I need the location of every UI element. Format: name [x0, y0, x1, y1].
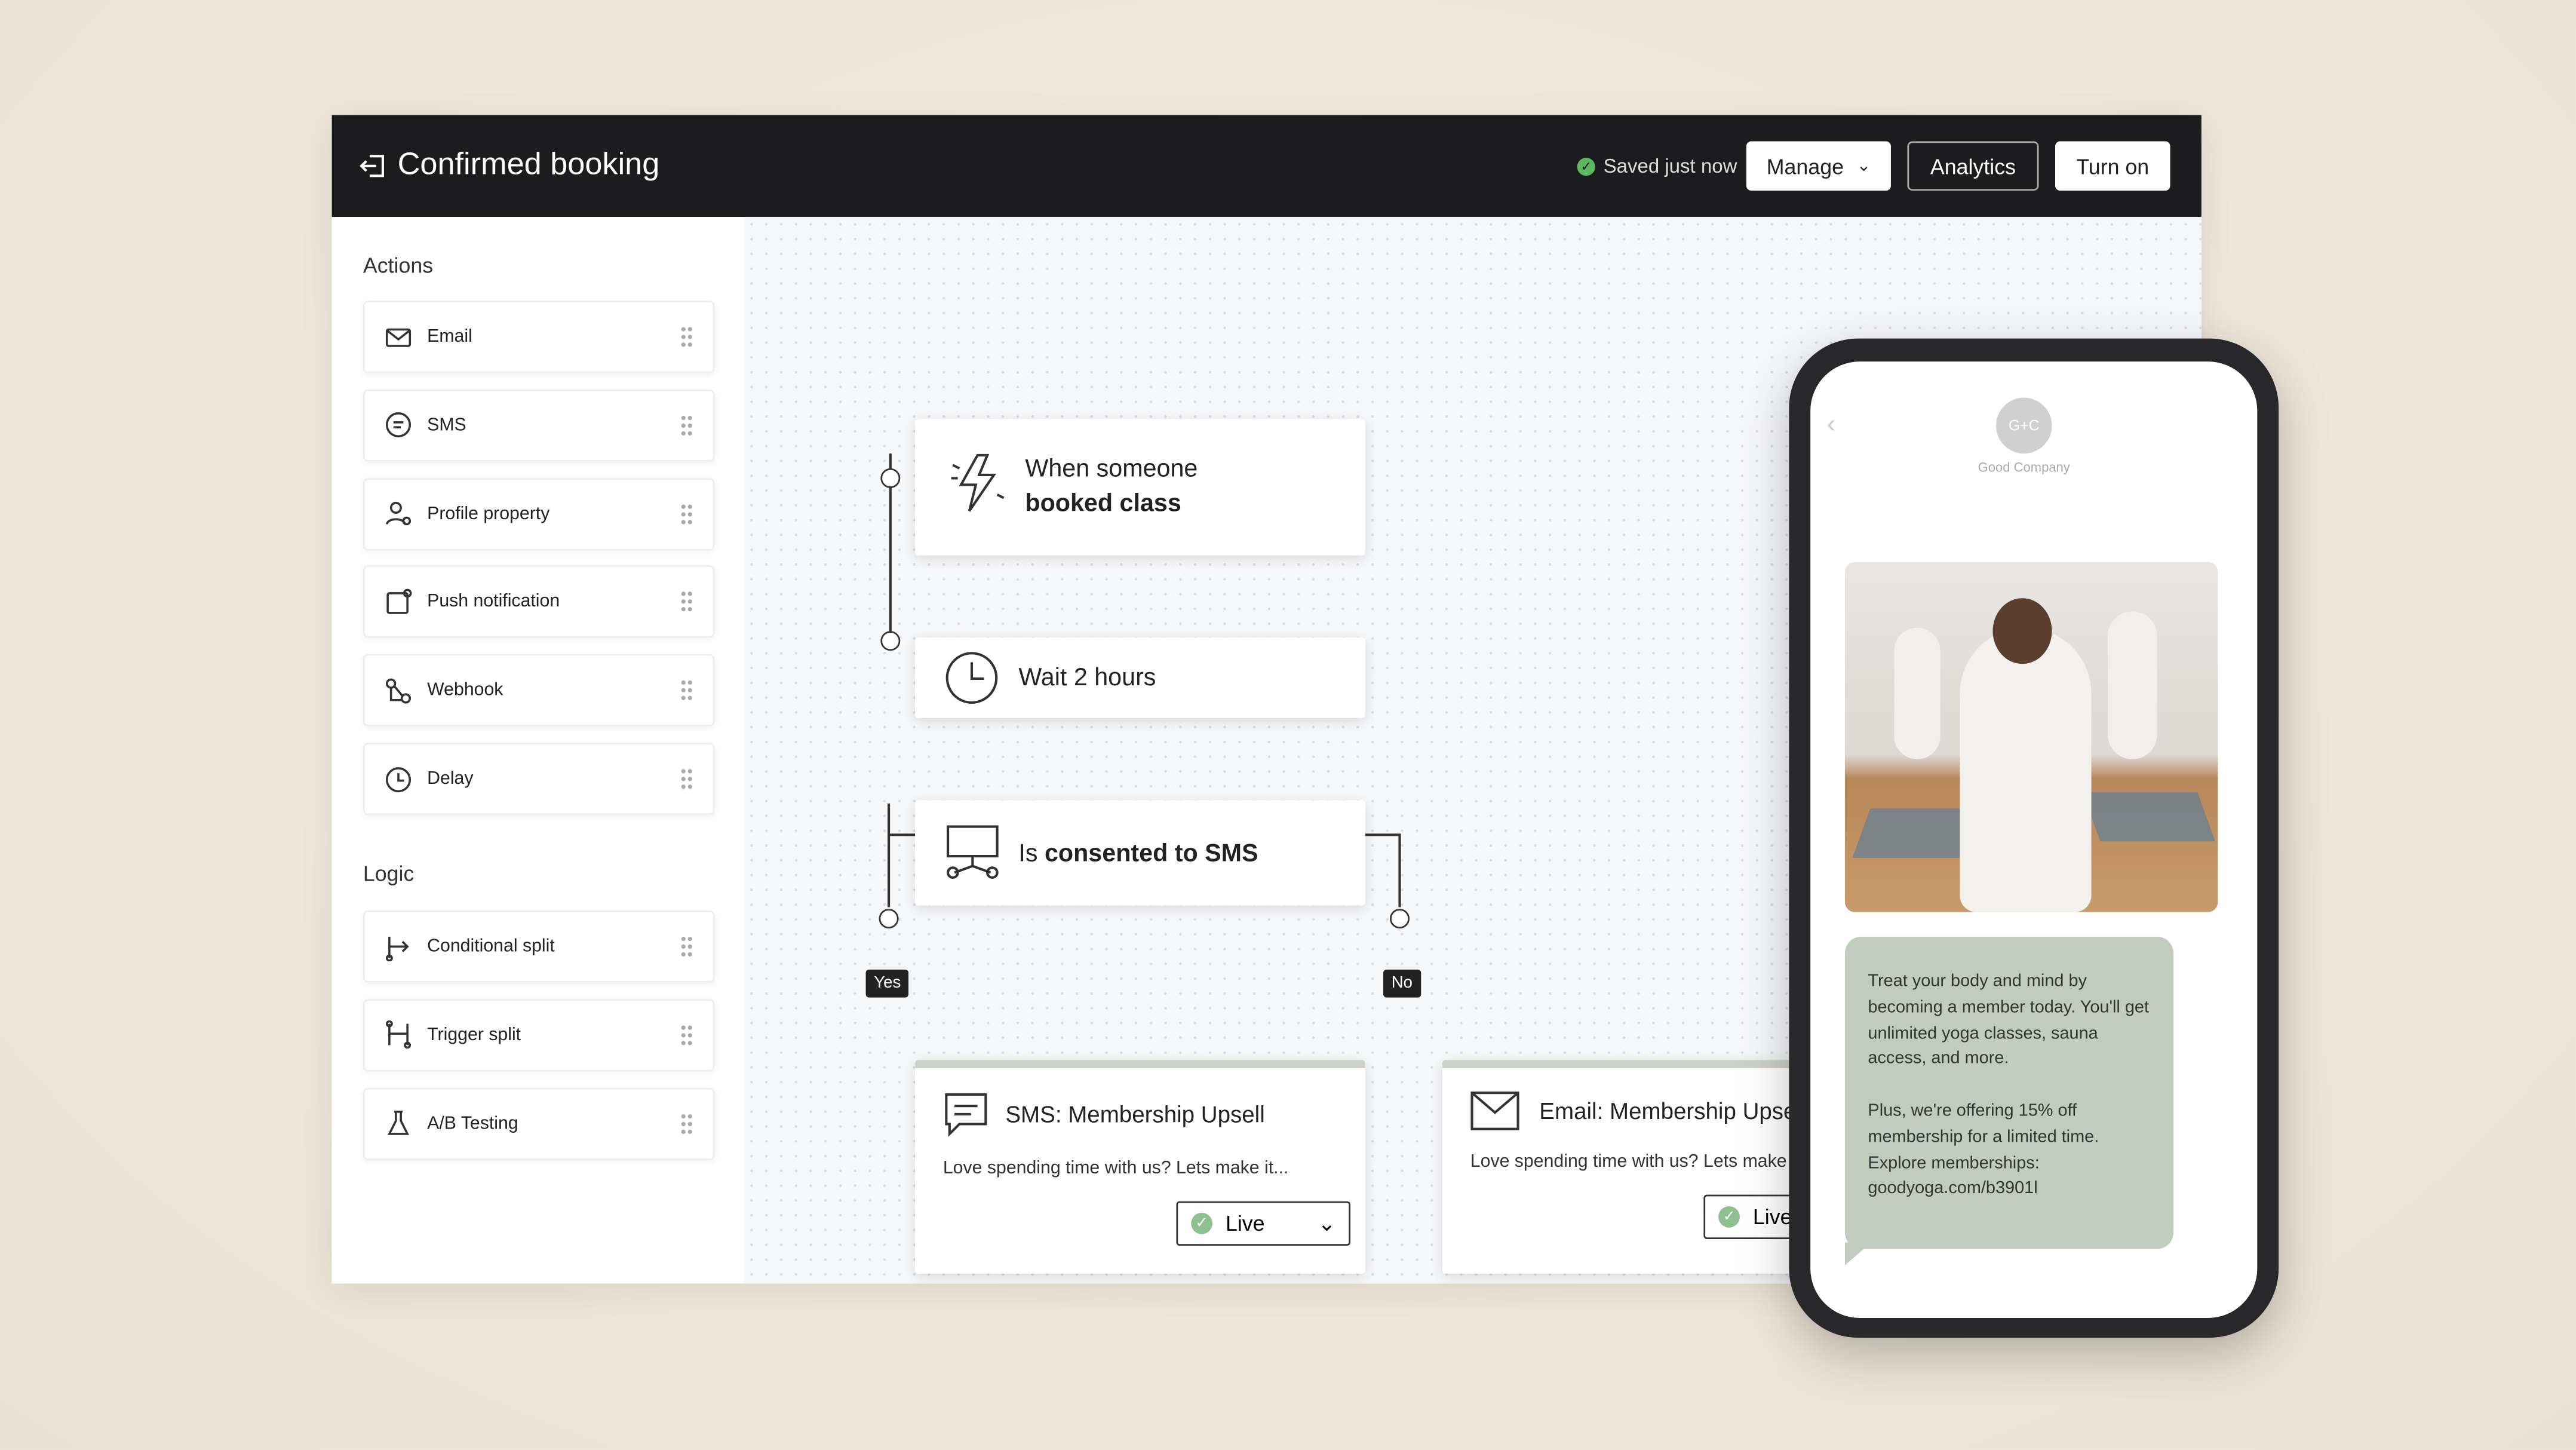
lightning-icon	[951, 453, 1005, 512]
phone-preview: ‹ G+C Good Company Treat your body and m…	[1789, 338, 2279, 1338]
connector-node[interactable]	[1390, 909, 1410, 929]
drag-handle-icon[interactable]	[680, 413, 693, 437]
sidebar-item-sms[interactable]: SMS	[363, 389, 715, 462]
sms-bubble: Treat your body and mind by becoming a m…	[1844, 936, 2174, 1249]
drag-handle-icon[interactable]	[680, 590, 693, 614]
chat-icon	[385, 411, 413, 439]
user-icon	[385, 499, 413, 528]
mail-icon	[385, 323, 413, 351]
sms-message-card[interactable]: SMS: Membership Upsell Love spending tim…	[915, 1060, 1365, 1274]
analytics-button[interactable]: Analytics	[1907, 141, 2039, 191]
trigger-node[interactable]: When someone booked class	[915, 419, 1365, 556]
clock-icon	[385, 765, 413, 793]
split-icon	[947, 825, 999, 879]
save-status: ✓ Saved just now	[1577, 155, 1737, 177]
check-icon: ✓	[1191, 1212, 1212, 1234]
turn-on-button[interactable]: Turn on	[2055, 141, 2170, 191]
phone-screen: ‹ G+C Good Company Treat your body and m…	[1810, 361, 2258, 1318]
avatar: G+C	[1995, 397, 2052, 454]
webhook-icon	[385, 676, 413, 704]
split-icon	[385, 933, 413, 961]
manage-button[interactable]: Manage ⌄	[1746, 141, 1891, 191]
trigger-split-icon	[385, 1020, 413, 1049]
drag-handle-icon[interactable]	[680, 1023, 693, 1047]
wait-node[interactable]: Wait 2 hours	[915, 637, 1365, 719]
sms-icon	[945, 1093, 987, 1137]
sidebar-item-delay[interactable]: Delay	[363, 743, 715, 816]
sidebar-item-webhook[interactable]: Webhook	[363, 654, 715, 727]
connector-node[interactable]	[879, 909, 899, 929]
actions-heading: Actions	[363, 253, 434, 278]
bubble-tail	[1844, 1242, 1871, 1265]
sidebar-item-a-b-testing[interactable]: A/B Testing	[363, 1087, 715, 1160]
flask-icon	[385, 1109, 413, 1138]
sidebar: Actions Logic Email SMS Profile property Pu…	[331, 217, 745, 1284]
drag-handle-icon[interactable]	[680, 767, 693, 791]
connector-node[interactable]	[880, 468, 901, 488]
back-chevron-icon[interactable]: ‹	[1827, 411, 1836, 441]
sidebar-item-trigger-split[interactable]: Trigger split	[363, 998, 715, 1071]
push-icon	[385, 588, 413, 616]
drag-handle-icon[interactable]	[680, 679, 693, 703]
connector-node[interactable]	[880, 631, 901, 651]
yoga-class-photo	[1844, 562, 2218, 912]
drag-handle-icon[interactable]	[680, 502, 693, 526]
no-badge: No	[1383, 969, 1421, 998]
page-title: Confirmed booking	[397, 148, 660, 183]
check-icon: ✓	[1718, 1206, 1740, 1228]
yes-badge: Yes	[865, 969, 909, 998]
drag-handle-icon[interactable]	[680, 1112, 693, 1135]
condition-node[interactable]: Is consented to SMS	[915, 800, 1365, 906]
sidebar-item-profile-property[interactable]: Profile property	[363, 477, 715, 550]
clock-icon	[945, 652, 998, 704]
sidebar-item-email[interactable]: Email	[363, 301, 715, 373]
logic-heading: Logic	[363, 861, 415, 886]
drag-handle-icon[interactable]	[680, 325, 693, 349]
sidebar-item-conditional-split[interactable]: Conditional split	[363, 910, 715, 983]
drag-handle-icon[interactable]	[680, 935, 693, 958]
sms-status-select[interactable]: ✓ Live ⌄	[1176, 1201, 1350, 1246]
header: Confirmed booking ✓ Saved just now Manage…	[331, 115, 2202, 217]
sidebar-item-push-notification[interactable]: Push notification	[363, 566, 715, 639]
mail-icon	[1470, 1092, 1519, 1130]
exit-icon[interactable]	[358, 151, 388, 181]
check-icon: ✓	[1577, 157, 1595, 175]
chevron-down-icon: ⌄	[1318, 1210, 1336, 1236]
sender-name: Good Company	[1978, 460, 2070, 475]
chevron-down-icon: ⌄	[1856, 157, 1871, 175]
